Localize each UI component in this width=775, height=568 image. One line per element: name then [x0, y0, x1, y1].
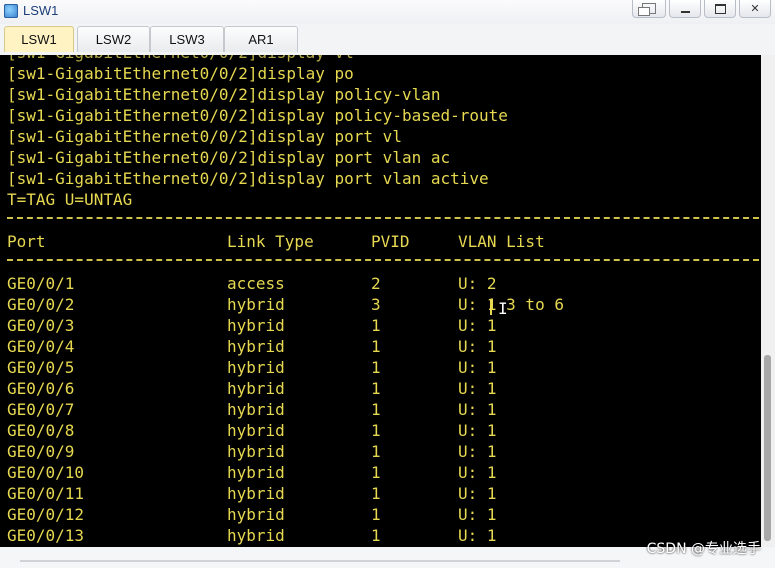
cell-port: GE0/0/2 [7, 295, 75, 314]
cell-pvid: 1 [371, 358, 381, 377]
restore-button[interactable] [632, 0, 666, 18]
cell-link-type: hybrid [227, 337, 285, 356]
cell-port: GE0/0/4 [7, 337, 75, 356]
cell-vlan-list: U: 1 [458, 358, 497, 377]
cell-vlan-list: U: 1 [458, 337, 497, 356]
cell-port: GE0/0/1 [7, 274, 75, 293]
ibeam-cursor-icon: I [498, 299, 508, 318]
table-divider-header [7, 259, 759, 261]
cell-pvid: 1 [371, 505, 381, 524]
cell-pvid: 2 [371, 274, 381, 293]
cell-pvid: 1 [371, 442, 381, 461]
cell-link-type: hybrid [227, 379, 285, 398]
window-title: LSW1 [23, 3, 59, 18]
cell-vlan-list: U: 1 [458, 379, 497, 398]
cell-link-type: access [227, 274, 285, 293]
cell-vlan-list: U: 1 3 to 6 [458, 295, 564, 314]
horizontal-scroll-track[interactable] [20, 560, 620, 562]
title-bar: LSW1 ✕ [0, 0, 775, 24]
watermark-text: CSDN @专业选手 [646, 541, 761, 557]
terminal-command-line: [sw1-GigabitEthernet0/0/2]display port v… [7, 127, 402, 146]
tab-lsw3[interactable]: LSW3 [150, 26, 224, 52]
cell-vlan-list: U: 1 [458, 526, 497, 545]
maximize-icon [714, 3, 726, 14]
column-header-link-type: Link Type [227, 232, 314, 251]
cell-port: GE0/0/9 [7, 442, 75, 461]
cell-link-type: hybrid [227, 505, 285, 524]
minimize-icon [680, 10, 690, 13]
maximize-button[interactable] [704, 0, 736, 18]
cell-vlan-list: U: 1 [458, 400, 497, 419]
cell-vlan-list: U: 2 [458, 274, 497, 293]
cell-vlan-list: U: 1 [458, 442, 497, 461]
cell-pvid: 1 [371, 337, 381, 356]
table-divider-top [7, 217, 759, 219]
cell-pvid: 1 [371, 316, 381, 335]
cell-vlan-list: U: 1 [458, 316, 497, 335]
window-controls: ✕ [632, 0, 771, 18]
cell-port: GE0/0/11 [7, 484, 85, 503]
vertical-scrollbar[interactable] [761, 55, 775, 547]
column-header-pvid: PVID [371, 232, 410, 251]
cell-port: GE0/0/13 [7, 526, 85, 545]
tab-lsw1[interactable]: LSW1 [4, 26, 74, 52]
cell-link-type: hybrid [227, 442, 285, 461]
tab-ar1[interactable]: AR1 [224, 26, 298, 52]
cell-link-type: hybrid [227, 526, 285, 545]
terminal-command-line: [sw1-GigabitEthernet0/0/2]display policy… [7, 106, 508, 125]
cell-pvid: 1 [371, 463, 381, 482]
cell-pvid: 1 [371, 421, 381, 440]
cell-port: GE0/0/12 [7, 505, 85, 524]
terminal-command-line: [sw1-GigabitEthernet0/0/2]display port v… [7, 148, 451, 167]
cell-port: GE0/0/3 [7, 316, 75, 335]
cell-port: GE0/0/8 [7, 421, 75, 440]
cell-vlan-list: U: 1 [458, 463, 497, 482]
terminal-line-clipped: [sw1-GigabitEthernet0/0/2]display vl [7, 55, 354, 63]
tag-legend: T=TAG U=UNTAG [7, 190, 133, 209]
tab-bar: LSW1 LSW2 LSW3 AR1 [0, 24, 775, 54]
column-header-port: Port [7, 232, 46, 251]
terminal-command-line: [sw1-GigabitEthernet0/0/2]display policy… [7, 85, 441, 104]
cell-link-type: hybrid [227, 400, 285, 419]
cell-link-type: hybrid [227, 316, 285, 335]
cell-vlan-list: U: 1 [458, 484, 497, 503]
cell-link-type: hybrid [227, 421, 285, 440]
cell-pvid: 1 [371, 484, 381, 503]
tab-lsw2[interactable]: LSW2 [77, 26, 150, 52]
cell-link-type: hybrid [227, 484, 285, 503]
cell-link-type: hybrid [227, 295, 285, 314]
cell-vlan-list: U: 1 [458, 421, 497, 440]
cell-port: GE0/0/6 [7, 379, 75, 398]
minimize-button[interactable] [669, 0, 701, 18]
terminal-command-line: [sw1-GigabitEthernet0/0/2]display po [7, 64, 354, 83]
cell-port: GE0/0/7 [7, 400, 75, 419]
restore-icon [638, 3, 656, 16]
text-cursor [490, 299, 492, 315]
cell-link-type: hybrid [227, 358, 285, 377]
cell-vlan-list: U: 1 [458, 505, 497, 524]
close-button[interactable]: ✕ [739, 0, 771, 18]
terminal-command-line: [sw1-GigabitEthernet0/0/2]display port v… [7, 169, 489, 188]
cell-port: GE0/0/10 [7, 463, 85, 482]
cell-port: GE0/0/5 [7, 358, 75, 377]
app-icon [4, 4, 18, 18]
cell-link-type: hybrid [227, 463, 285, 482]
cell-pvid: 1 [371, 379, 381, 398]
cell-pvid: 1 [371, 400, 381, 419]
cell-pvid: 1 [371, 526, 381, 545]
scrollbar-thumb[interactable] [764, 355, 771, 541]
terminal-window: LSW1 ✕ LSW1 LSW2 LSW3 AR1 [sw1-GigabitEt… [0, 0, 775, 568]
terminal-output[interactable]: [sw1-GigabitEthernet0/0/2]display vl [sw… [0, 55, 761, 547]
cell-pvid: 3 [371, 295, 381, 314]
close-icon: ✕ [750, 2, 760, 15]
column-header-vlan-list: VLAN List [458, 232, 545, 251]
